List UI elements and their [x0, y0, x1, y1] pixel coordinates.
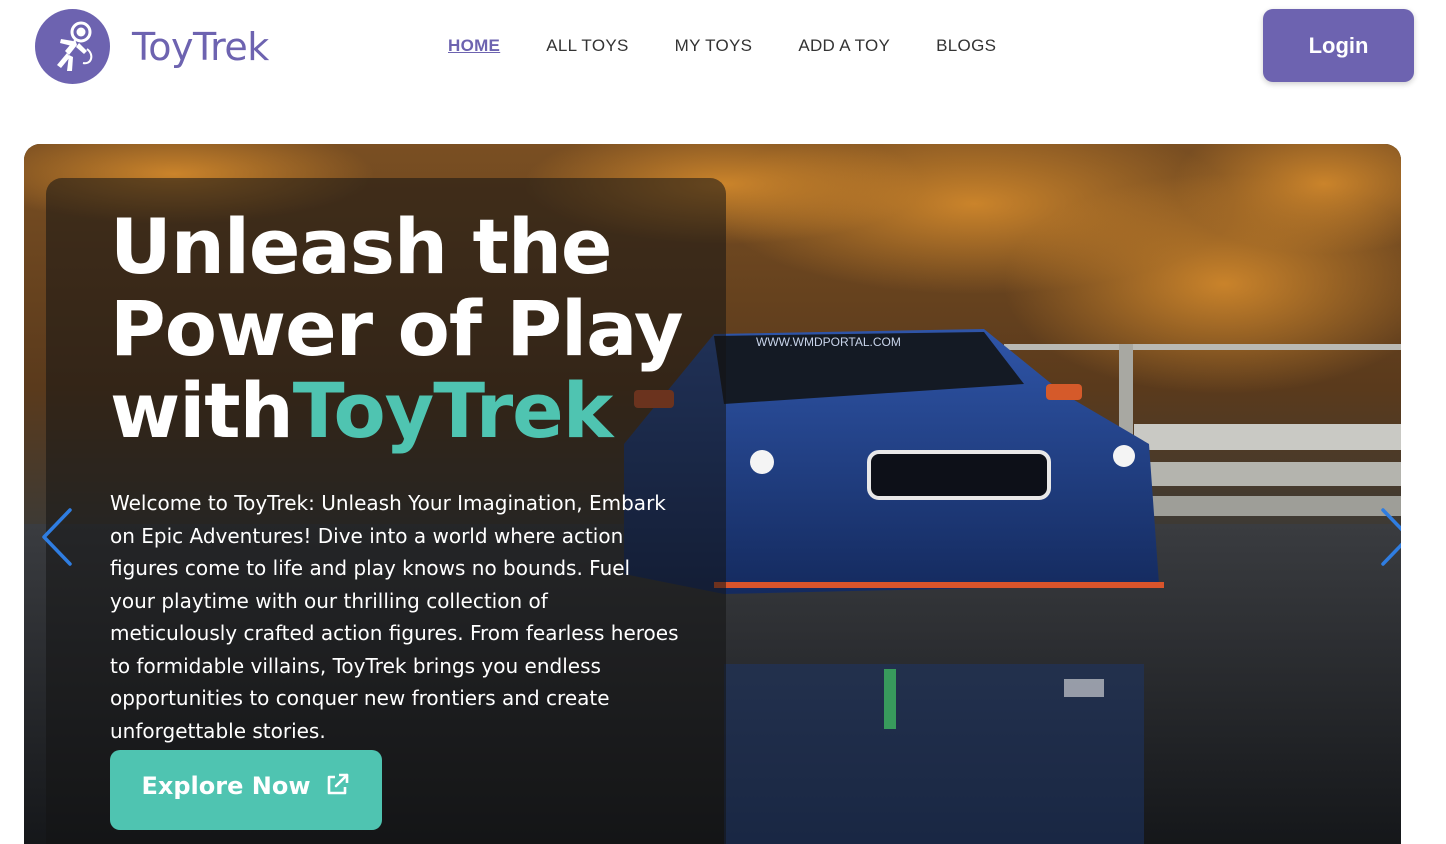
main-nav: HOME ALL TOYS MY TOYS ADD A TOY BLOGS: [448, 36, 1042, 56]
headline-line-1: Unleash the: [110, 202, 612, 291]
car-windshield-text: WWW.WMDPORTAL.COM: [756, 335, 901, 349]
nav-item-my-toys[interactable]: MY TOYS: [675, 36, 753, 56]
hero-carousel: WWW.WMDPORTAL.COM Unleash the Power of P…: [24, 144, 1401, 844]
headline-accent: ToyTrek: [292, 366, 614, 455]
hero-headline: Unleash the Power of Play withToyTrek: [110, 206, 750, 452]
explore-now-button[interactable]: Explore Now: [110, 750, 382, 830]
hero-description: Welcome to ToyTrek: Unleash Your Imagina…: [110, 491, 679, 743]
astronaut-icon: [35, 9, 110, 84]
brand-logo[interactable]: ToyTrek: [35, 9, 269, 84]
login-button[interactable]: Login: [1263, 9, 1414, 82]
navbar: ToyTrek HOME ALL TOYS MY TOYS ADD A TOY …: [0, 0, 1446, 95]
headline-prefix: with: [110, 366, 294, 455]
nav-item-blogs[interactable]: BLOGS: [936, 36, 996, 56]
chevron-right-icon[interactable]: [1375, 506, 1401, 568]
nav-item-home[interactable]: HOME: [448, 36, 500, 56]
brand-name: ToyTrek: [132, 24, 269, 69]
headline-line-2: Power of Play: [110, 284, 684, 373]
nav-item-add-a-toy[interactable]: ADD A TOY: [798, 36, 890, 56]
external-link-icon: [324, 772, 350, 830]
explore-now-label: Explore Now: [141, 772, 311, 800]
chevron-left-icon[interactable]: [38, 506, 78, 568]
nav-item-all-toys[interactable]: ALL TOYS: [546, 36, 628, 56]
